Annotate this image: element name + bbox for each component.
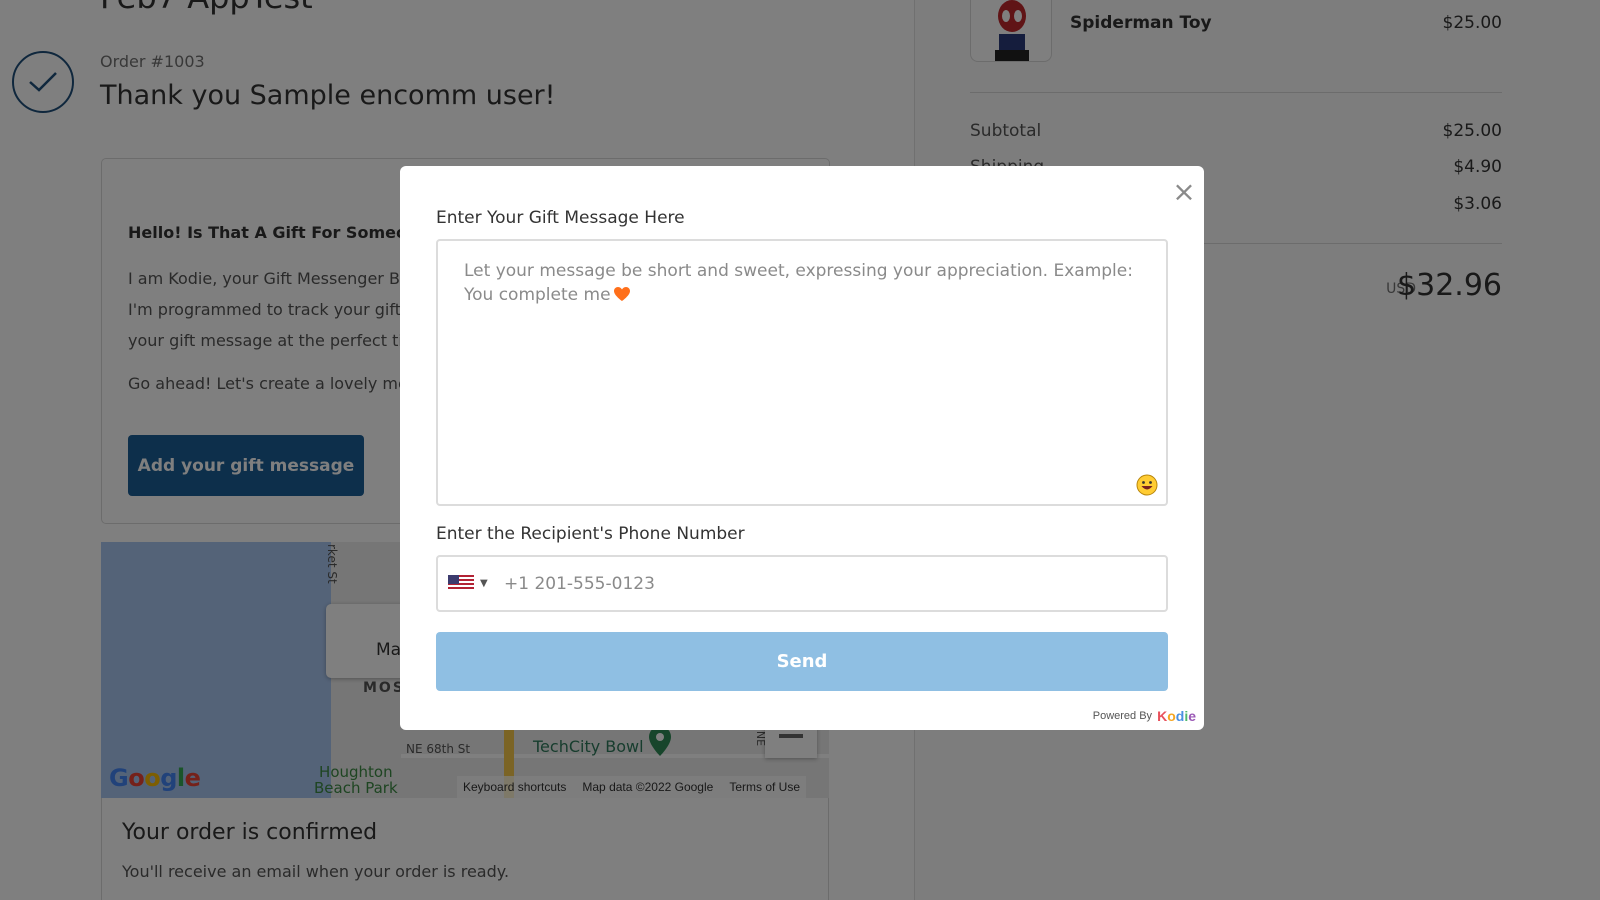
kodie-logo: Kodie — [1157, 708, 1196, 724]
heart-icon — [613, 287, 630, 301]
powered-by: Powered By Kodie — [1093, 708, 1196, 724]
placeholder-text: Let your message be short and sweet, exp… — [464, 261, 1133, 305]
powered-by-text: Powered By — [1092, 710, 1153, 722]
emoji-picker-icon[interactable] — [1136, 474, 1158, 496]
gift-message-label: Enter Your Gift Message Here — [436, 208, 685, 228]
country-select[interactable]: ▼ — [448, 575, 488, 591]
phone-input[interactable] — [504, 567, 1144, 601]
phone-field: ▼ — [436, 555, 1168, 612]
gift-message-placeholder: Let your message be short and sweet, exp… — [464, 259, 1144, 307]
gift-message-modal: × Enter Your Gift Message Here Let your … — [400, 166, 1204, 730]
send-button[interactable]: Send — [436, 632, 1168, 691]
us-flag-icon — [448, 575, 474, 591]
phone-label: Enter the Recipient's Phone Number — [436, 524, 745, 544]
chevron-down-icon: ▼ — [480, 577, 488, 589]
gift-message-textarea[interactable]: Let your message be short and sweet, exp… — [436, 239, 1168, 506]
close-icon[interactable]: × — [1170, 178, 1198, 206]
